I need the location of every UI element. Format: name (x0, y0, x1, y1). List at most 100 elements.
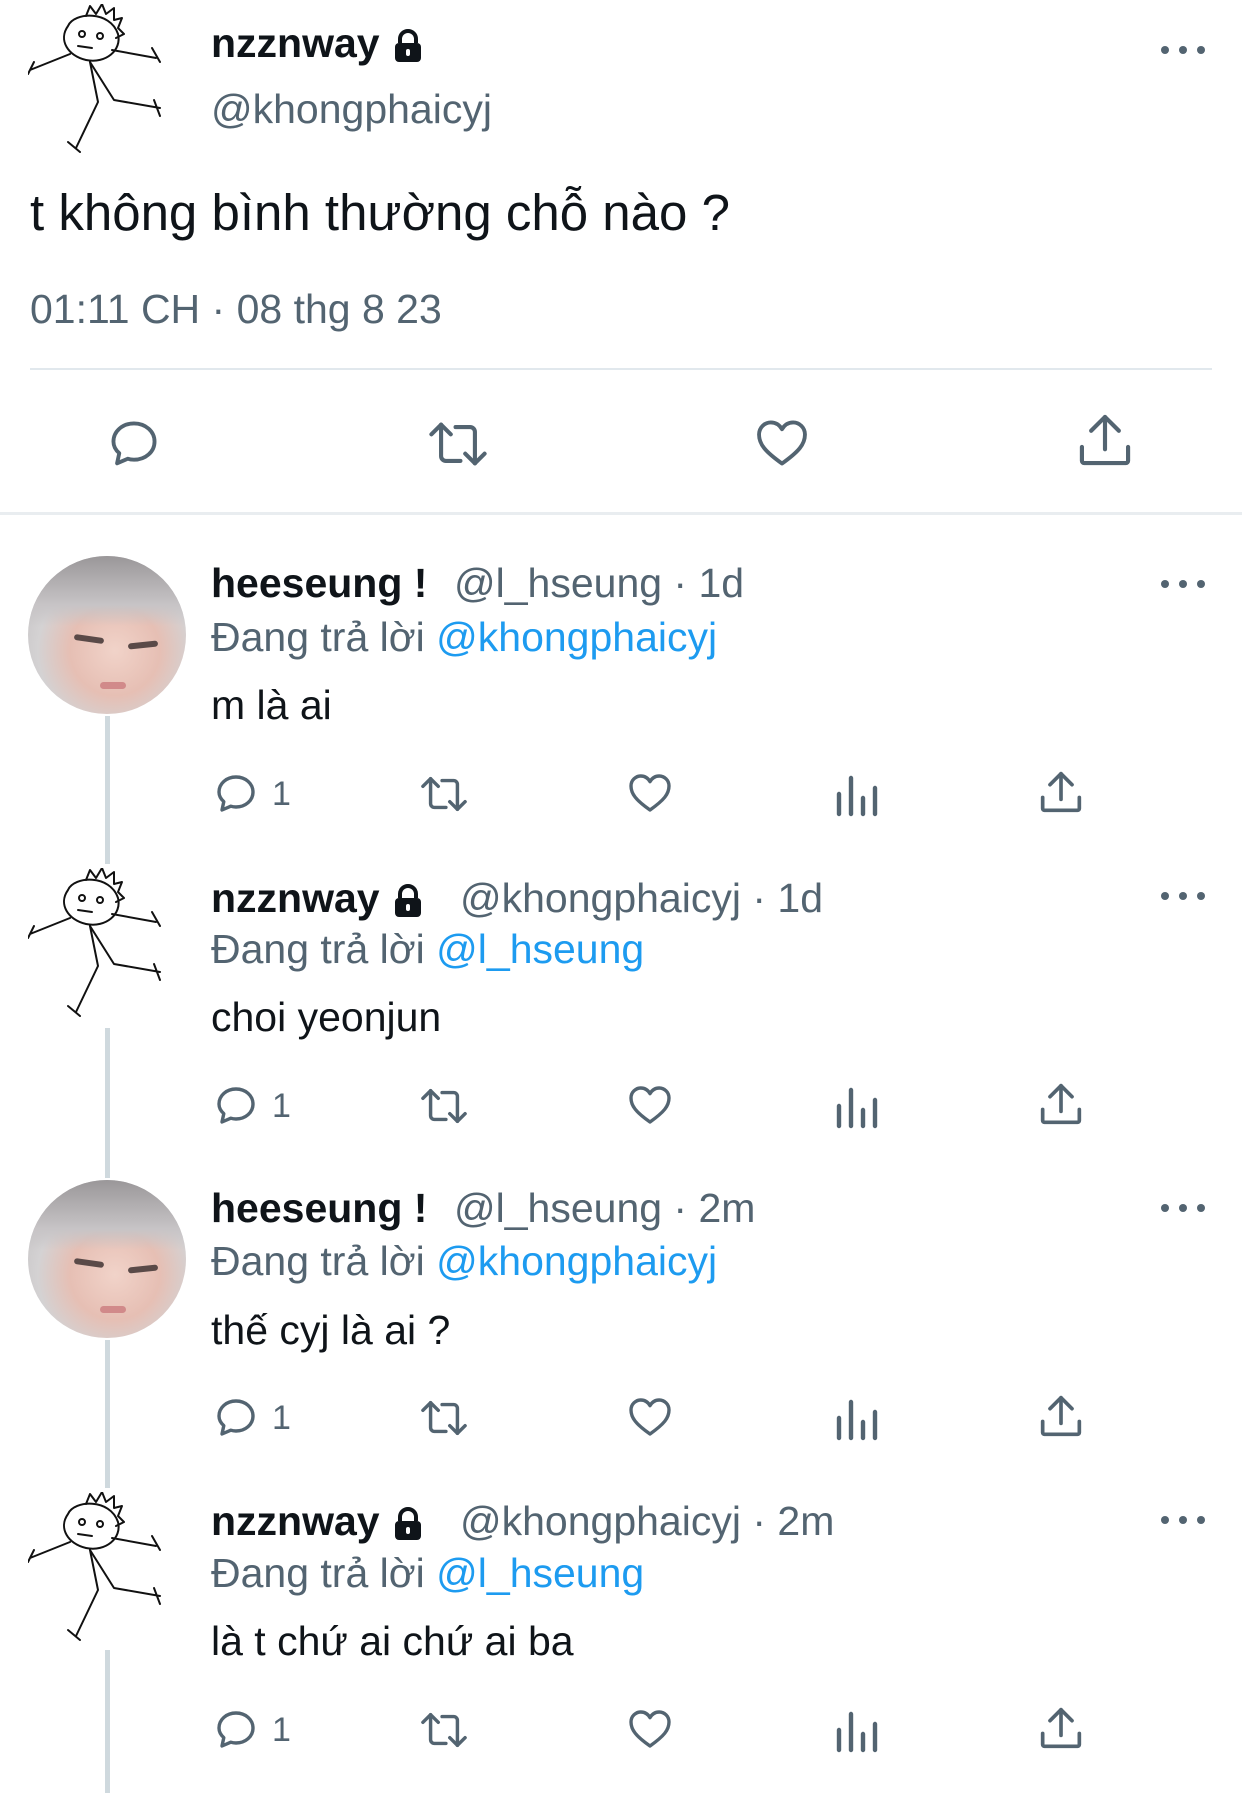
retweet-icon (421, 1712, 467, 1748)
handle-time[interactable]: @khongphaicyj · 1d (460, 875, 823, 922)
reply-text: m là ai (211, 682, 332, 728)
mention-link[interactable]: @l_hseung (436, 1550, 644, 1596)
avatar[interactable] (28, 1180, 186, 1338)
reply-count: 1 (272, 774, 291, 813)
more-icon[interactable] (1161, 40, 1205, 60)
retweet-button[interactable] (416, 771, 472, 817)
retweet-button[interactable] (416, 1083, 472, 1129)
like-icon (629, 1086, 671, 1124)
divider (30, 368, 1212, 370)
reply-button[interactable]: 1 (212, 1706, 291, 1754)
share-icon (1040, 771, 1082, 813)
more-icon[interactable] (1161, 574, 1205, 594)
share-button[interactable] (1077, 410, 1133, 470)
like-button[interactable] (752, 414, 812, 472)
retweet-button[interactable] (416, 1395, 472, 1441)
share-icon (1040, 1083, 1082, 1125)
reply-button[interactable]: 1 (212, 1082, 291, 1130)
views-icon (836, 1087, 878, 1129)
handle-time[interactable]: @l_hseung · 2m (454, 1185, 755, 1232)
avatar[interactable] (28, 556, 186, 714)
reply-button[interactable] (105, 415, 163, 473)
lock-icon (394, 29, 421, 63)
retweet-icon (421, 776, 467, 812)
replying-to: Đang trả lời @l_hseung (211, 926, 644, 973)
reply-icon (217, 1399, 255, 1436)
share-icon (1040, 1395, 1082, 1437)
share-button[interactable] (1039, 1080, 1083, 1128)
reply-icon (111, 421, 157, 466)
tweet-text: t không bình thường chỗ nào ? (30, 184, 730, 241)
retweet-icon (421, 1088, 467, 1124)
reply-text: thế cyj là ai ? (211, 1307, 451, 1353)
views-icon (836, 775, 878, 817)
display-name[interactable]: nzznway (211, 20, 426, 67)
views-button[interactable] (833, 1394, 879, 1442)
like-icon (757, 420, 807, 466)
share-button[interactable] (1039, 1704, 1083, 1752)
views-icon (836, 1399, 878, 1441)
share-button[interactable] (1039, 1392, 1083, 1440)
views-button[interactable] (833, 1082, 879, 1130)
like-icon (629, 774, 671, 812)
replying-to: Đang trả lời @khongphaicyj (211, 1238, 717, 1285)
reply-icon (217, 775, 255, 812)
retweet-button[interactable] (416, 1707, 472, 1753)
share-icon (1040, 1707, 1082, 1749)
share-button[interactable] (1039, 768, 1083, 816)
handle-time[interactable]: @khongphaicyj · 2m (460, 1498, 834, 1545)
display-name[interactable]: nzznway (211, 875, 426, 922)
reply-button[interactable]: 1 (212, 1394, 291, 1442)
retweet-icon (421, 1400, 467, 1436)
lock-icon (394, 884, 421, 918)
doodle-avatar[interactable] (28, 4, 188, 154)
handle-time[interactable]: @l_hseung · 1d (454, 560, 744, 607)
handle[interactable]: @khongphaicyj (211, 86, 492, 133)
thread-line (105, 716, 110, 864)
display-name-text: nzznway (211, 875, 380, 921)
section-divider (0, 512, 1242, 515)
reply-count: 1 (272, 1086, 291, 1125)
replying-prefix: Đang trả lời (211, 1550, 425, 1596)
reply-text: choi yeonjun (211, 994, 442, 1040)
more-icon[interactable] (1161, 886, 1205, 906)
display-name-text: nzznway (211, 20, 380, 66)
mention-link[interactable]: @khongphaicyj (436, 1238, 717, 1284)
display-name[interactable]: nzznway (211, 1498, 426, 1545)
thread-line (105, 1028, 110, 1178)
views-button[interactable] (833, 770, 879, 818)
reply-icon (217, 1087, 255, 1124)
views-button[interactable] (833, 1706, 879, 1754)
like-button[interactable] (626, 1393, 674, 1441)
reply-button[interactable]: 1 (212, 770, 291, 818)
like-button[interactable] (626, 769, 674, 817)
tweet-timestamp[interactable]: 01:11 CH · 08 thg 8 23 (30, 286, 442, 333)
retweet-icon (429, 422, 487, 466)
thread-line (105, 1340, 110, 1488)
retweet-button[interactable] (425, 415, 491, 473)
more-icon[interactable] (1161, 1510, 1205, 1530)
replying-prefix: Đang trả lời (211, 614, 425, 660)
doodle-avatar[interactable] (28, 868, 188, 1018)
display-name-text: nzznway (211, 1498, 380, 1544)
lock-icon (394, 1507, 421, 1541)
like-button[interactable] (626, 1081, 674, 1129)
thread-line (105, 1650, 110, 1793)
like-button[interactable] (626, 1705, 674, 1753)
views-icon (836, 1711, 878, 1753)
display-name[interactable]: heeseung ! (211, 560, 427, 607)
doodle-avatar[interactable] (28, 1492, 188, 1642)
reply-count: 1 (272, 1398, 291, 1437)
like-icon (629, 1398, 671, 1436)
reply-text: là t chứ ai chứ ai ba (211, 1618, 574, 1664)
replying-prefix: Đang trả lời (211, 926, 425, 972)
mention-link[interactable]: @khongphaicyj (436, 614, 717, 660)
replying-prefix: Đang trả lời (211, 1238, 425, 1284)
reply-icon (217, 1711, 255, 1748)
display-name[interactable]: heeseung ! (211, 1185, 427, 1232)
mention-link[interactable]: @l_hseung (436, 926, 644, 972)
more-icon[interactable] (1161, 1198, 1205, 1218)
replying-to: Đang trả lời @l_hseung (211, 1550, 644, 1597)
share-icon (1079, 414, 1131, 466)
like-icon (629, 1710, 671, 1748)
